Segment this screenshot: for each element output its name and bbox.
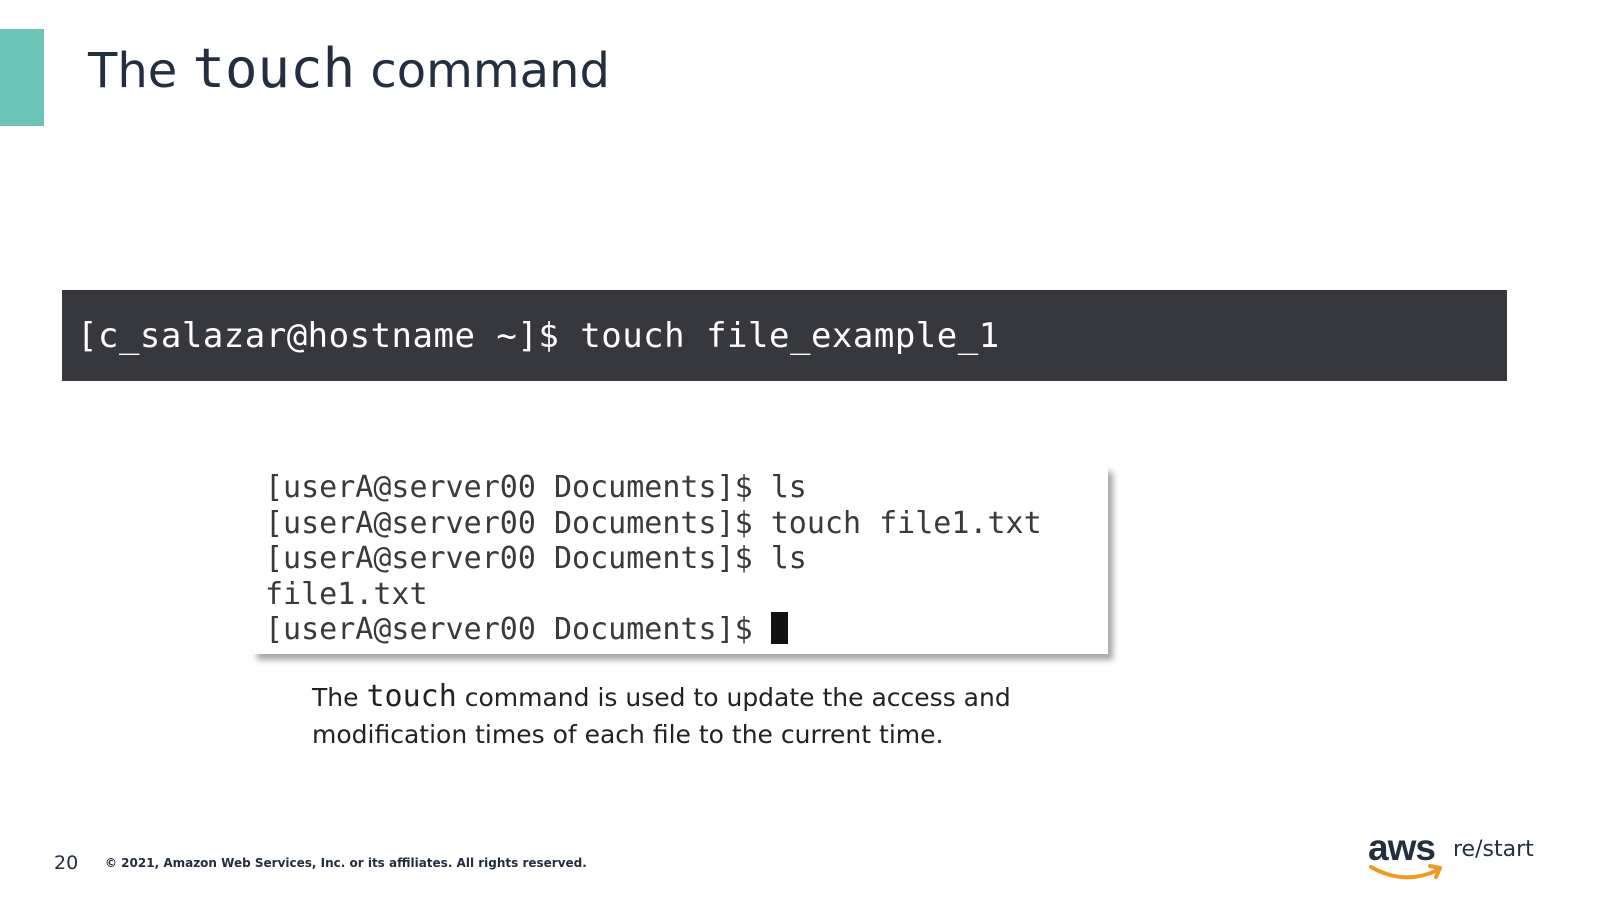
terminal-prompt: [userA@server00 Documents]$ — [265, 612, 771, 647]
caption: The touch command is used to update the … — [312, 678, 1072, 753]
title-accent-bar — [0, 29, 44, 126]
aws-smile-icon — [1369, 865, 1440, 880]
title-suffix: command — [355, 43, 610, 99]
aws-logo-text: aws — [1368, 827, 1435, 868]
restart-logo-text: re/start — [1453, 837, 1534, 862]
caption-prefix: The — [312, 683, 367, 712]
terminal-prompt-line: [userA@server00 Documents]$ — [265, 612, 1108, 648]
caption-code-word: touch — [366, 679, 457, 714]
page-number: 20 — [54, 852, 79, 874]
copyright-notice: © 2021, Amazon Web Services, Inc. or its… — [105, 856, 587, 870]
terminal-line: [userA@server00 Documents]$ touch file1.… — [265, 505, 1042, 541]
command-example-text: [c_salazar@hostname ~]$ touch file_examp… — [77, 315, 1000, 356]
terminal-line: [userA@server00 Documents]$ ls — [265, 470, 807, 505]
terminal-screenshot: [userA@server00 Documents]$ ls [userA@se… — [252, 466, 1108, 654]
terminal-line: file1.txt — [265, 576, 428, 612]
terminal-cursor — [770, 612, 788, 644]
aws-restart-logo: aws re/start — [1368, 827, 1534, 880]
command-example-banner: [c_salazar@hostname ~]$ touch file_examp… — [62, 290, 1507, 381]
slide-title: The touch command — [88, 34, 610, 106]
title-code-word: touch — [192, 37, 356, 100]
title-prefix: The — [88, 43, 193, 99]
terminal-line: [userA@server00 Documents]$ ls — [265, 541, 807, 576]
